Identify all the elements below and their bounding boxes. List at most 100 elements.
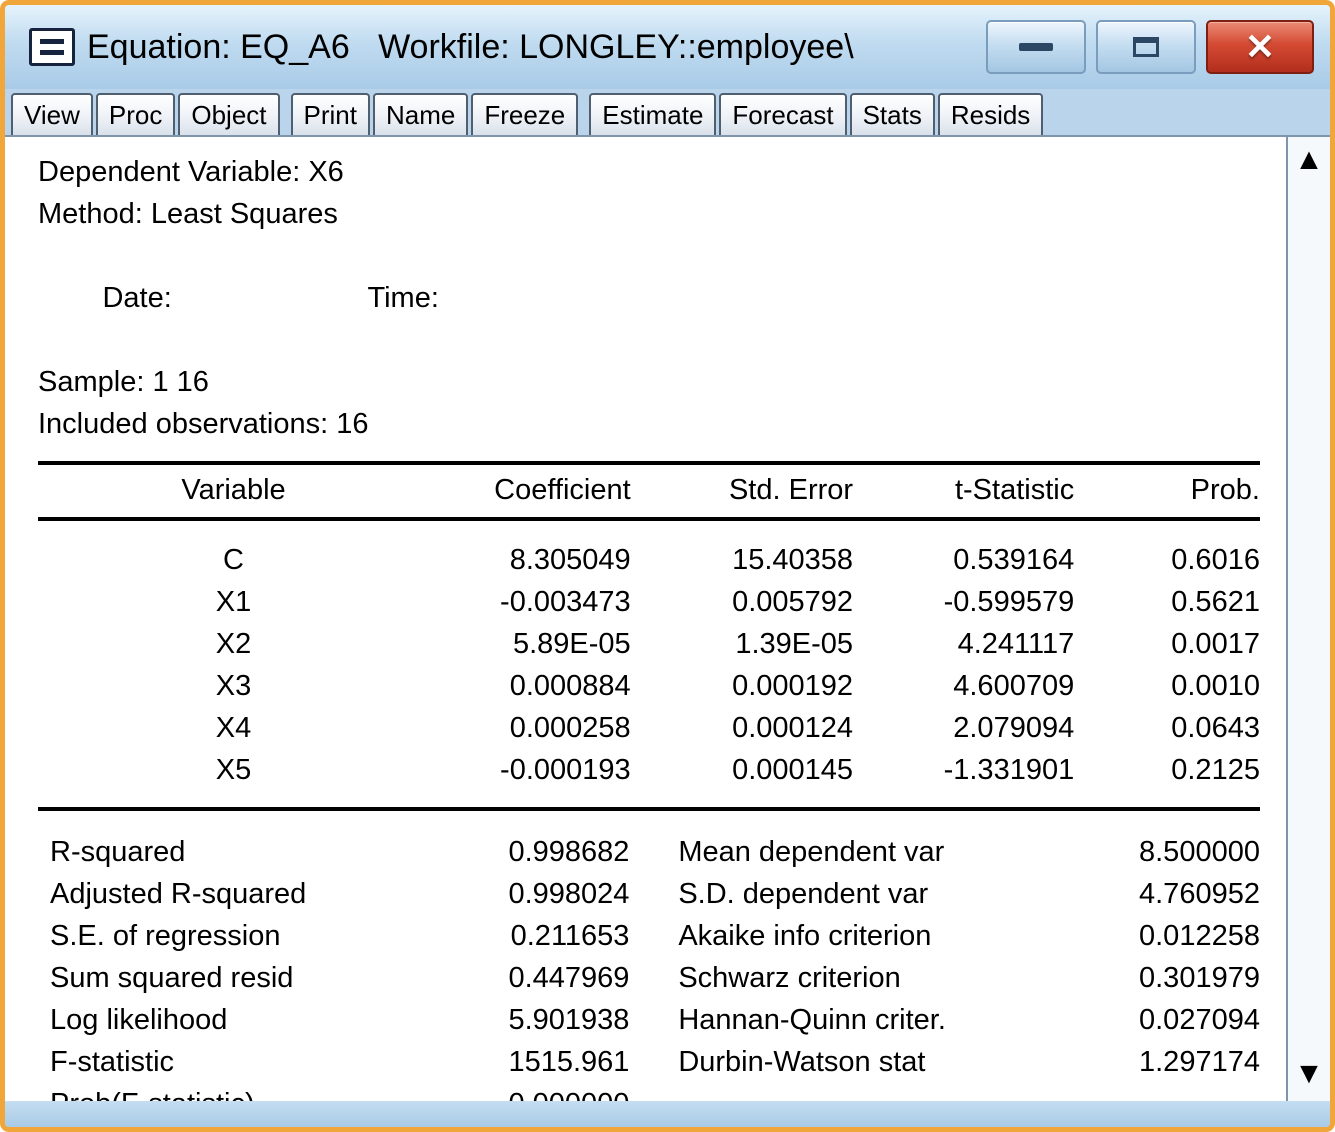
maximize-button[interactable] [1096, 20, 1196, 74]
coef-table-body: C 8.305049 15.40358 0.539164 0.6016 X1 -0.0034… [38, 539, 1260, 791]
stat-label: S.E. of regression [50, 920, 281, 952]
value-cell: 0.2125 [1171, 754, 1260, 786]
stat-value: 1515.961 [508, 1046, 630, 1078]
main-area: Dependent Variable: X6 Method: Least Squ… [5, 137, 1330, 1101]
value-cell: 0.005792 [732, 586, 854, 618]
stat-value: 0.447969 [508, 962, 630, 994]
value-cell: 5.89E-05 [512, 628, 631, 660]
value-cell: 0.000124 [732, 712, 854, 744]
equation-object-icon[interactable] [29, 28, 75, 66]
value-cell: 0.0017 [1171, 628, 1260, 660]
stat-value: 0.027094 [1139, 1004, 1260, 1036]
value-cell: 1.39E-05 [735, 628, 854, 660]
dependent-variable-line: Dependent Variable: X6 [38, 156, 344, 188]
stat-label: Log likelihood [50, 1004, 228, 1036]
variable-cell: X2 [215, 628, 252, 660]
summary-stats: R-squared 0.998682 Mean dependent var 8.500… [38, 831, 1260, 1101]
stat-label: Sum squared resid [50, 962, 294, 994]
icon-bar [40, 39, 64, 44]
column-header-variable: Variable [181, 474, 286, 506]
toolbar-group-gap [283, 93, 291, 135]
value-cell: 0.539164 [953, 544, 1075, 576]
toolbar-button-resids[interactable]: Resids [937, 93, 1044, 135]
icon-bar [40, 50, 64, 55]
toolbar-button-freeze[interactable]: Freeze [471, 93, 579, 135]
stat-value: 4.760952 [1139, 878, 1260, 910]
stat-value: 0.998682 [508, 836, 630, 868]
value-cell: 0.000258 [509, 712, 631, 744]
toolbar-button-estimate[interactable]: Estimate [589, 93, 717, 135]
stat-value [1094, 1083, 1260, 1101]
stat-label: Durbin-Watson stat [678, 1046, 926, 1078]
stat-value: 0.301979 [1139, 962, 1260, 994]
stat-value: 0.012258 [1139, 920, 1260, 952]
toolbar-button-print[interactable]: Print [290, 93, 370, 135]
value-cell: 4.241117 [957, 628, 1075, 660]
scroll-down-icon[interactable]: ▼ [1294, 1059, 1324, 1089]
toolbar-button-proc[interactable]: Proc [95, 93, 176, 135]
toolbar: View Proc Object Print Name Freeze Estimate For… [5, 89, 1330, 137]
stat-label: Prob(F-statistic) [38, 1083, 392, 1101]
value-cell: 0.0010 [1171, 670, 1260, 702]
column-header-coefficient: Coefficient [494, 474, 631, 506]
stat-gap [629, 999, 678, 1041]
stat-label [678, 1083, 1093, 1101]
window-controls: ✕ [986, 20, 1314, 74]
time-label: Time: [367, 282, 439, 314]
stat-label: F-statistic [50, 1046, 175, 1078]
stat-label: Adjusted R-squared [50, 878, 307, 910]
stat-gap [629, 957, 678, 999]
toolbar-button-object[interactable]: Object [178, 93, 280, 135]
close-button[interactable]: ✕ [1206, 20, 1314, 74]
title-bar[interactable]: Equation: EQ_A6 Workfile: LONGLEY::emplo… [5, 5, 1330, 89]
minimize-icon [1019, 43, 1053, 51]
date-time-line: Date: Time: [38, 235, 1260, 361]
double-rule [38, 461, 1260, 465]
variable-cell: X4 [215, 712, 252, 744]
variable-cell: X3 [215, 670, 252, 702]
stat-label: Mean dependent var [678, 836, 945, 868]
column-header-std-error: Std. Error [728, 474, 854, 506]
value-cell: 0.000145 [732, 754, 854, 786]
value-cell: 0.000884 [509, 670, 631, 702]
value-cell: 0.6016 [1171, 544, 1260, 576]
stat-label: S.D. dependent var [678, 878, 929, 910]
toolbar-button-name[interactable]: Name [372, 93, 469, 135]
variable-cell: X5 [215, 754, 252, 786]
maximize-icon [1133, 37, 1159, 57]
stat-gap [629, 1041, 678, 1083]
toolbar-group-gap [581, 93, 589, 135]
vertical-scrollbar[interactable]: ▲ ▼ [1286, 137, 1330, 1101]
value-cell: 0.5621 [1171, 586, 1260, 618]
window-title: Equation: EQ_A6 Workfile: LONGLEY::emplo… [87, 27, 854, 66]
value-cell: 8.305049 [509, 544, 631, 576]
stat-label: Schwarz criterion [678, 962, 901, 994]
scroll-up-icon[interactable]: ▲ [1294, 145, 1324, 175]
stat-gap [629, 915, 678, 957]
close-icon: ✕ [1244, 26, 1276, 67]
value-cell: 2.079094 [953, 712, 1075, 744]
value-cell: 15.40358 [732, 544, 854, 576]
value-cell: -1.331901 [943, 754, 1075, 786]
toolbar-button-forecast[interactable]: Forecast [719, 93, 847, 135]
minimize-button[interactable] [986, 20, 1086, 74]
value-cell: 0.000192 [732, 670, 854, 702]
stat-value: 1.297174 [1139, 1046, 1260, 1078]
eviews-equation-window: Equation: EQ_A6 Workfile: LONGLEY::emplo… [0, 0, 1335, 1132]
toolbar-button-view[interactable]: View [11, 93, 93, 135]
window-bottom-frame [5, 1101, 1330, 1127]
column-header-t-statistic: t-Statistic [954, 474, 1075, 506]
toolbar-button-stats[interactable]: Stats [849, 93, 935, 135]
coef-header-row: Variable Coefficient Std. Error t-Statistic… [38, 469, 1260, 511]
double-rule [38, 807, 1260, 811]
stat-gap [629, 873, 678, 915]
variable-cell: C [223, 544, 244, 576]
stat-value: 0.998024 [508, 878, 630, 910]
stat-value: 0.000000 [392, 1083, 629, 1101]
value-cell: -0.003473 [500, 586, 631, 618]
stat-value: 5.901938 [508, 1004, 630, 1036]
value-cell: -0.599579 [943, 586, 1075, 618]
stat-label: Akaike info criterion [678, 920, 932, 952]
stat-value: 8.500000 [1139, 836, 1260, 868]
regression-output: Dependent Variable: X6 Method: Least Squ… [5, 137, 1286, 1101]
